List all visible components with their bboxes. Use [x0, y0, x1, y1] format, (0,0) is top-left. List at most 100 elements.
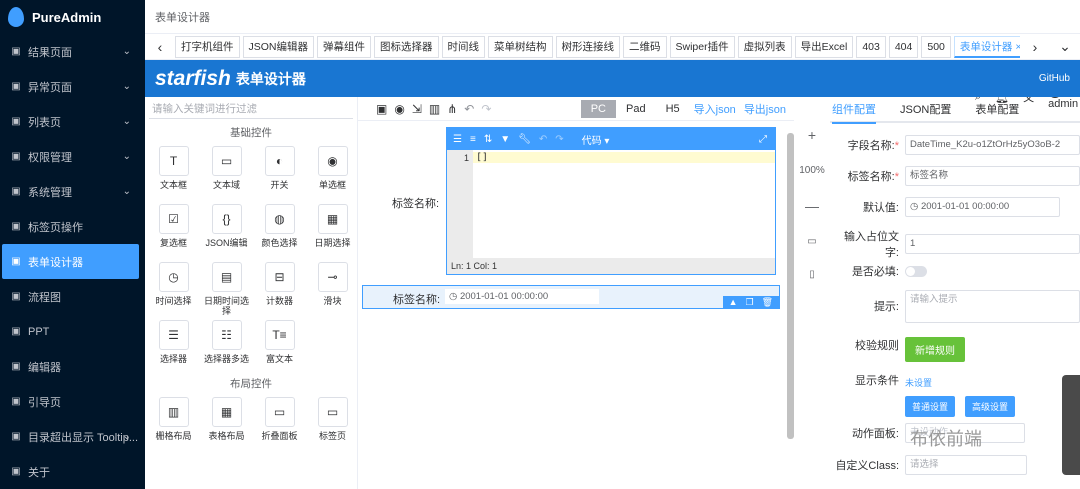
widget-item[interactable]: ◍ 颜色选择: [253, 204, 306, 262]
sidebar-item[interactable]: ▣ 流程图: [0, 279, 145, 314]
tab-item[interactable]: 404: [888, 35, 919, 58]
widget-item[interactable]: ▭ 文本域: [200, 146, 253, 204]
tab-item[interactable]: 表单设计器 ×: [953, 35, 1020, 58]
code-area[interactable]: 1 []: [447, 150, 775, 258]
sidebar-item[interactable]: ▣ 表单设计器: [2, 244, 139, 279]
editor-redo-icon[interactable]: ↷: [555, 134, 563, 145]
widget-item[interactable]: ▦ 表格布局: [200, 397, 253, 455]
sidebar-item[interactable]: ▣ 标签页操作: [0, 209, 145, 244]
field-name-input[interactable]: DateTime_K2u-o1ZtOrHz5yO3oB-2: [905, 135, 1080, 155]
delete-icon[interactable]: 🗑︎: [762, 297, 773, 308]
zoom-in-icon[interactable]: +: [794, 127, 830, 143]
tab-item[interactable]: 树形连接线: [555, 35, 621, 58]
sidebar-item[interactable]: ▣ 系统管理 ⌄: [0, 174, 145, 209]
tab-item[interactable]: 500: [921, 35, 951, 58]
app-logo[interactable]: PureAdmin: [0, 0, 145, 34]
tab-item[interactable]: 弹幕组件: [317, 35, 372, 58]
advanced-settings-button[interactable]: 高级设置: [965, 396, 1016, 417]
widget-item[interactable]: ▭ 折叠面板: [253, 397, 306, 455]
mobile-icon[interactable]: ▯: [794, 269, 830, 280]
sort-icon[interactable]: ⇅: [484, 134, 492, 145]
tab-form-config[interactable]: 表单配置: [975, 101, 1019, 117]
widget-item[interactable]: ⊸ 滑块: [306, 262, 359, 320]
add-rule-button[interactable]: 新增规则: [905, 337, 965, 362]
editor-undo-icon[interactable]: ↶: [539, 134, 547, 145]
redo-icon[interactable]: ↷: [481, 102, 491, 116]
format-icon[interactable]: ☰: [453, 134, 462, 145]
default-value-input[interactable]: ◷ 2001-01-01 00:00:00: [905, 197, 1060, 217]
github-link[interactable]: GitHub: [1039, 73, 1080, 84]
json-editor[interactable]: ☰ ≡ ⇅ ▼ 🔧︎ ↶ ↷ 代码 ▾ ⤢ 1 [] Ln: 1 Col: 1: [446, 127, 776, 275]
tab-item[interactable]: 菜单树结构: [488, 35, 553, 58]
sidebar-item[interactable]: ▣ PPT: [0, 314, 145, 349]
zoom-out-icon[interactable]: —: [794, 198, 830, 214]
label-name-input[interactable]: 标签名称: [905, 166, 1080, 186]
widget-item[interactable]: ▭ 标签页: [306, 397, 359, 455]
copy-icon[interactable]: ❐: [745, 297, 753, 308]
date-field-row[interactable]: 标签名称: ◷ 2001-01-01 00:00:00 ▲ ❐ 🗑︎: [362, 285, 780, 309]
tab-component-config[interactable]: 组件配置: [832, 101, 876, 124]
tab-item[interactable]: 虚拟列表: [737, 35, 792, 58]
tabs-prev-icon[interactable]: ‹: [145, 39, 175, 55]
widget-item[interactable]: T 文本框: [147, 146, 200, 204]
tab-json-config[interactable]: JSON配置: [900, 101, 951, 117]
fullscreen-icon[interactable]: ⤢: [759, 134, 767, 145]
preview-icon[interactable]: ◉: [394, 102, 404, 116]
undo-icon[interactable]: ↶: [464, 102, 474, 116]
code-line[interactable]: []: [473, 152, 775, 163]
compact-icon[interactable]: ≡: [470, 134, 476, 145]
sidebar-item[interactable]: ▣ 异常页面 ⌄: [0, 69, 145, 104]
sidebar-item[interactable]: ▣ 关于: [0, 454, 145, 489]
tab-item[interactable]: 打字机组件: [175, 35, 240, 58]
collapse-icon[interactable]: ⇲: [412, 102, 422, 116]
sidebar-item[interactable]: ▣ 列表页 ⌄: [0, 104, 145, 139]
import-json-link[interactable]: 导入json: [690, 98, 740, 120]
move-up-icon[interactable]: ▲: [729, 297, 738, 308]
widget-item[interactable]: ⊟ 计数器: [253, 262, 306, 320]
datetime-input[interactable]: ◷ 2001-01-01 00:00:00: [445, 289, 599, 304]
hint-textarea[interactable]: 请输入提示: [905, 290, 1080, 323]
tab-item[interactable]: 二维码: [623, 35, 667, 58]
widget-item[interactable]: T≡ 富文本: [253, 320, 306, 378]
tab-item[interactable]: Swiper插件: [669, 35, 735, 58]
filter-icon[interactable]: ▼: [500, 134, 510, 145]
code-mode-dropdown[interactable]: 代码 ▾: [582, 132, 610, 147]
widget-search-input[interactable]: 请输入关键词进行过滤: [149, 101, 353, 119]
tab-item[interactable]: 图标选择器: [374, 35, 439, 58]
widget-item[interactable]: ◷ 时间选择: [147, 262, 200, 320]
widget-item[interactable]: ▤ 日期时间选择: [200, 262, 253, 320]
class-select[interactable]: 请选择: [905, 455, 1027, 475]
desktop-icon[interactable]: ▭: [794, 236, 830, 247]
widget-item[interactable]: {} JSON编辑: [200, 204, 253, 262]
device-pc[interactable]: PC: [580, 99, 616, 118]
widget-item[interactable]: ☷ 选择器多选: [200, 320, 253, 378]
sidebar-item[interactable]: ▣ 目录超出显示 Tooltip... ⌄: [0, 419, 145, 454]
widget-item[interactable]: ◐ 开关: [253, 146, 306, 204]
sidebar-item[interactable]: ▣ 结果页面 ⌄: [0, 34, 145, 69]
repair-icon[interactable]: 🔧︎: [518, 134, 531, 145]
tab-item[interactable]: JSON编辑器: [242, 35, 315, 58]
sidebar-item[interactable]: ▣ 编辑器: [0, 349, 145, 384]
tree-icon[interactable]: ⋔: [447, 102, 457, 116]
required-switch[interactable]: [905, 265, 927, 277]
save-icon[interactable]: ▣: [376, 102, 387, 116]
tabs-more-icon[interactable]: ⌄: [1050, 38, 1080, 55]
widget-item[interactable]: ☰ 选择器: [147, 320, 200, 378]
widget-item[interactable]: ▥ 栅格布局: [147, 397, 200, 455]
device-h5[interactable]: H5: [656, 100, 690, 118]
device-pad[interactable]: Pad: [616, 100, 656, 118]
sidebar-item[interactable]: ▣ 引导页: [0, 384, 145, 419]
normal-settings-button[interactable]: 普通设置: [905, 396, 956, 417]
canvas-scrollbar[interactable]: [787, 133, 794, 439]
condition-value[interactable]: 未设置: [905, 376, 932, 389]
widget-item[interactable]: ☑ 复选框: [147, 204, 200, 262]
widget-item[interactable]: ▦ 日期选择: [306, 204, 359, 262]
clear-icon[interactable]: ▥: [429, 102, 440, 116]
export-json-link[interactable]: 导出json: [740, 98, 790, 120]
sidebar-item[interactable]: ▣ 权限管理 ⌄: [0, 139, 145, 174]
tab-item[interactable]: 时间线: [441, 35, 486, 58]
tabs-next-icon[interactable]: ›: [1020, 39, 1050, 55]
tab-item[interactable]: 导出Excel: [794, 35, 854, 58]
widget-item[interactable]: ◉ 单选框: [306, 146, 359, 204]
placeholder-input[interactable]: 1: [905, 234, 1080, 254]
